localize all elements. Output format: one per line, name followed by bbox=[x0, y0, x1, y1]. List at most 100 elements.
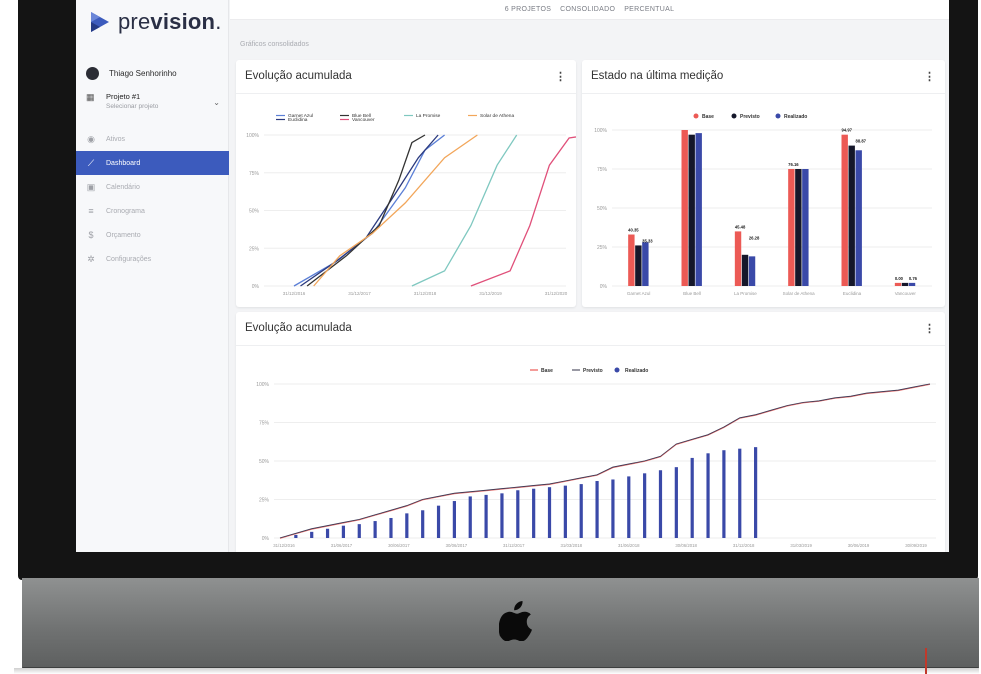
bar bbox=[841, 134, 848, 286]
y-tick-label: 50% bbox=[259, 459, 270, 465]
x-tick-label: 30/06/2017 bbox=[388, 543, 410, 548]
legend-swatch bbox=[775, 113, 781, 119]
bar bbox=[741, 254, 749, 286]
sidebar-item-dashboard[interactable]: ⟋ Dashboard bbox=[76, 151, 229, 175]
legend-label: Previsto bbox=[583, 368, 603, 374]
data-label: 76.16 bbox=[788, 162, 799, 167]
sidebar-item-orcamento[interactable]: $ Orçamento bbox=[76, 223, 229, 247]
x-tick-label: 31/12/2017 bbox=[348, 291, 371, 296]
tab-consolidado[interactable]: CONSOLIDADO bbox=[560, 6, 615, 13]
money-icon: $ bbox=[88, 230, 94, 240]
y-tick-label: 0% bbox=[252, 284, 260, 290]
apple-logo-icon bbox=[499, 601, 532, 641]
top-tabs: 6 PROJETOS CONSOLIDADO PERCENTUAL bbox=[230, 0, 949, 20]
y-tick-label: 25% bbox=[249, 246, 260, 252]
y-tick-label: 0% bbox=[262, 536, 270, 542]
x-tick-label: 31/03/2018 bbox=[561, 543, 583, 548]
bar bbox=[788, 169, 795, 286]
bar bbox=[635, 245, 642, 286]
data-label: 26.28 bbox=[749, 235, 760, 240]
project-title: Projeto #1 bbox=[106, 92, 141, 101]
bar bbox=[643, 473, 647, 538]
bar bbox=[658, 470, 663, 538]
chart-evolucao-consolidada: Base Previsto Realizado100%75%50%25%0%31/1… bbox=[256, 367, 936, 548]
bar bbox=[500, 493, 504, 538]
bar bbox=[688, 134, 695, 286]
x-tick-label: 30/06/2018 bbox=[675, 543, 697, 548]
bar bbox=[722, 450, 726, 538]
sidebar-item-calendario[interactable]: ▣ Calendário bbox=[76, 175, 229, 199]
legend-label: La Promise bbox=[416, 113, 441, 119]
data-label: 40.35 bbox=[628, 228, 639, 233]
app-screen: prevision. Thiago Senhorinho ▦ Projeto #… bbox=[76, 0, 949, 552]
y-tick-label: 50% bbox=[597, 206, 608, 212]
sidebar-item-cronograma[interactable]: ≡ Cronograma bbox=[76, 199, 229, 223]
bar bbox=[901, 282, 909, 286]
bar bbox=[532, 488, 536, 538]
sidebar-item-ativos[interactable]: ◉ Ativos bbox=[76, 127, 229, 151]
bar bbox=[325, 528, 330, 538]
user-name: Thiago Senhorinho bbox=[109, 69, 177, 78]
bar bbox=[681, 130, 688, 286]
sidebar-item-configuracoes[interactable]: ✲ Configurações bbox=[76, 247, 229, 271]
list-icon: ≡ bbox=[88, 206, 94, 216]
x-tick-label: 31/03/2019 bbox=[790, 543, 812, 548]
bar bbox=[452, 501, 456, 538]
data-label: 0.00 bbox=[895, 276, 904, 281]
x-tick-label: 31/12/2018 bbox=[733, 543, 755, 548]
bar bbox=[695, 133, 702, 286]
bar bbox=[894, 282, 902, 286]
project-selector[interactable]: ▦ Projeto #1 Selecionar projeto ⌄ bbox=[86, 92, 220, 110]
red-marker bbox=[925, 648, 927, 674]
legend-label: Solar de Athena bbox=[480, 113, 514, 119]
bar bbox=[628, 234, 635, 286]
bar bbox=[341, 525, 346, 538]
y-tick-label: 75% bbox=[597, 167, 608, 173]
bar bbox=[627, 476, 631, 538]
calendar-icon: ▣ bbox=[86, 181, 96, 192]
x-tick-label: 30/06/2019 bbox=[848, 543, 870, 548]
y-tick-label: 100% bbox=[246, 133, 259, 139]
bar bbox=[734, 231, 742, 286]
x-tick-label: La Promise bbox=[734, 291, 757, 296]
x-tick-label: 31/12/2019 bbox=[479, 291, 502, 296]
project-subtitle: Selecionar projeto bbox=[106, 103, 159, 110]
building-icon: ▦ bbox=[86, 92, 95, 102]
sidebar-nav: ◉ Ativos ⟋ Dashboard ▣ Calendário ≡ Cron… bbox=[76, 127, 229, 271]
chart-icon: ⟋ bbox=[87, 157, 95, 168]
bar bbox=[690, 457, 694, 538]
tab-projetos[interactable]: 6 PROJETOS bbox=[505, 6, 551, 13]
sidebar-item-label: Configurações bbox=[106, 255, 152, 263]
y-tick-label: 75% bbox=[249, 171, 260, 177]
bar bbox=[738, 448, 742, 538]
legend-swatch bbox=[693, 113, 699, 119]
user-profile[interactable]: Thiago Senhorinho bbox=[86, 67, 177, 80]
bar bbox=[294, 534, 298, 538]
bar bbox=[848, 145, 855, 286]
x-tick-label: 31/12/2020 bbox=[545, 291, 568, 296]
bar bbox=[468, 496, 472, 538]
chart-estado-ultima-medicao: Base Previsto Realizado 100% 75% 50% 25% 0% Garn… bbox=[594, 113, 932, 296]
data-label: 94.97 bbox=[842, 128, 853, 133]
sidebar-item-label: Cronograma bbox=[106, 207, 145, 215]
bar bbox=[310, 531, 314, 538]
card-estado-ultima-medicao: Estado na última medição ⋮ Base Previsto R… bbox=[582, 60, 945, 307]
legend-swatch bbox=[731, 113, 737, 119]
bar bbox=[389, 517, 393, 538]
y-tick-label: 0% bbox=[600, 284, 608, 290]
bar bbox=[484, 494, 488, 538]
legend-label: Euclidina bbox=[288, 117, 308, 123]
bar bbox=[855, 150, 862, 286]
x-tick-label: 31/12/2016 bbox=[283, 291, 306, 296]
eye-icon: ◉ bbox=[87, 133, 95, 144]
tab-percentual[interactable]: PERCENTUAL bbox=[624, 6, 674, 13]
monitor: prevision. Thiago Senhorinho ▦ Projeto #… bbox=[0, 0, 981, 674]
x-tick-label: Solar de Athena bbox=[783, 291, 816, 296]
logo[interactable]: prevision. bbox=[89, 9, 222, 35]
sidebar-item-label: Orçamento bbox=[106, 231, 141, 239]
legend-label: Base bbox=[702, 114, 714, 120]
sidebar: prevision. Thiago Senhorinho ▦ Projeto #… bbox=[76, 0, 229, 552]
section-title: Gráficos consolidados bbox=[240, 41, 309, 48]
x-tick-label: 31/12/2016 bbox=[273, 543, 295, 548]
bar bbox=[405, 513, 409, 538]
